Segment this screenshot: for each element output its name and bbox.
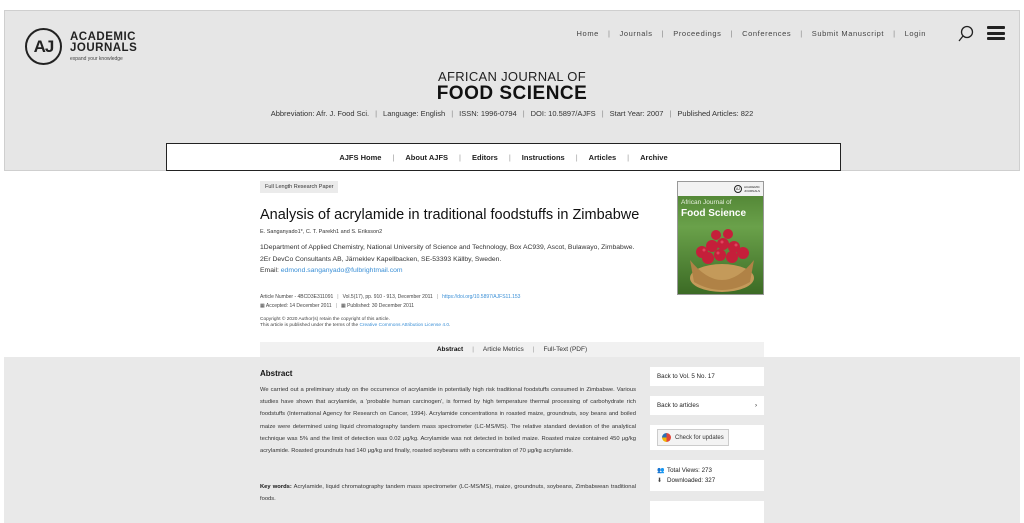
nav-separator: |	[607, 29, 611, 38]
nav-journals[interactable]: Journals	[620, 29, 653, 38]
keywords-label: Key words:	[260, 484, 292, 490]
tab-abstract[interactable]: Abstract	[437, 346, 463, 353]
back-to-volume-label: Back to Vol. 5 No. 17	[657, 373, 715, 380]
abstract-text: We carried out a preliminary study on th…	[260, 387, 636, 455]
subnav-articles[interactable]: Articles	[589, 153, 617, 162]
nav-separator: |	[893, 29, 896, 38]
logo-line2: JOURNALS	[70, 42, 138, 54]
nav-separator: |	[661, 29, 665, 38]
back-to-articles-link[interactable]: Back to articles ›	[650, 396, 764, 415]
journal-cover-image: AJ ACADEMIC JOURNALS African Journal of F…	[677, 181, 764, 295]
nav-login[interactable]: Login	[905, 29, 926, 38]
nav-separator: |	[800, 29, 803, 38]
subnav-archive[interactable]: Archive	[640, 153, 668, 162]
abstract-section: Abstract We carried out a preliminary st…	[260, 369, 636, 457]
article-affiliation: 1Department of Applied Chemistry, Nation…	[260, 244, 635, 263]
subnav-ajfs-home[interactable]: AJFS Home	[339, 153, 381, 162]
back-to-volume-link[interactable]: Back to Vol. 5 No. 17	[650, 367, 764, 386]
crossmark-icon	[662, 433, 671, 442]
email-link[interactable]: edmond.sanganyado@fulbrightmail.com	[281, 267, 403, 274]
search-icon[interactable]	[957, 25, 975, 43]
license-link[interactable]: Creative Commons Attribution License 4.0	[359, 323, 449, 328]
users-icon: 👥	[657, 467, 665, 474]
copyright-line2: This article is published under the term…	[260, 323, 360, 328]
article-email: Email: edmond.sanganyado@fulbrightmail.c…	[260, 267, 403, 274]
downloaded-count: Downloaded: 327	[667, 476, 716, 484]
article-type-badge: Full Length Research Paper	[260, 181, 339, 193]
raspberry-basket-icon	[690, 229, 754, 292]
meta-start-year: Start Year: 2007	[609, 109, 664, 118]
nav-home[interactable]: Home	[577, 29, 599, 38]
article-number: Article Number - 4BCD3E311091	[260, 294, 334, 300]
article-title: Analysis of acrylamide in traditional fo…	[260, 207, 640, 223]
top-nav: Home | Journals | Proceedings | Conferen…	[577, 29, 926, 38]
article-volume: Vol.5(17), pp. 910 - 913, December 2011	[342, 294, 433, 300]
check-for-updates-button[interactable]: Check for updates	[657, 429, 729, 446]
calendar-icon: ▦	[340, 303, 346, 309]
site-logo[interactable]: AJ ACADEMIC JOURNALS expand your knowled…	[25, 28, 137, 65]
article-numbers: Article Number - 4BCD3E311091 | Vol.5(17),…	[260, 294, 521, 309]
abstract-heading: Abstract	[260, 369, 293, 378]
accepted-date: Accepted: 14 December 2011	[265, 303, 332, 309]
nav-submit-manuscript[interactable]: Submit Manuscript	[812, 29, 884, 38]
download-icon: ⬇	[657, 477, 663, 484]
keywords-text: Acrylamide, liquid chromatography tandem…	[260, 484, 637, 502]
subnav-instructions[interactable]: Instructions	[522, 153, 565, 162]
meta-doi: DOI: 10.5897/AJFS	[530, 109, 596, 118]
nav-separator: |	[730, 29, 734, 38]
tab-article-metrics[interactable]: Article Metrics	[483, 346, 524, 353]
nav-conferences[interactable]: Conferences	[742, 29, 791, 38]
email-label: Email:	[260, 267, 281, 274]
check-updates-box: Check for updates	[650, 425, 764, 450]
journal-meta: Abbreviation: Afr. J. Food Sci. | Language…	[270, 109, 754, 118]
calendar-icon: ▦	[260, 303, 265, 309]
journal-title-prefix: AFRICAN JOURNAL OF	[438, 69, 586, 84]
meta-abbreviation: Abbreviation: Afr. J. Food Sci.	[270, 109, 370, 118]
page: AJ ACADEMIC JOURNALS expand your knowled…	[0, 0, 1024, 523]
cover-title-prefix: African Journal of	[681, 199, 732, 206]
logo-text: ACADEMIC JOURNALS expand your knowledge	[70, 31, 138, 62]
journal-title: FOOD SCIENCE	[436, 83, 588, 104]
article-tabs: Abstract | Article Metrics | Full-Text (…	[260, 342, 764, 357]
chevron-right-icon: ›	[754, 402, 757, 409]
logo-mark: AJ	[25, 28, 62, 65]
cover-logo: AJ ACADEMIC JOURNALS	[733, 185, 760, 193]
subnav-editors[interactable]: Editors	[472, 153, 498, 162]
tab-full-text-pdf[interactable]: Full-Text (PDF)	[543, 346, 587, 353]
hamburger-menu-icon[interactable]	[987, 26, 1005, 40]
cover-title: Food Science	[681, 208, 747, 219]
published-date: Published: 30 December 2011	[347, 303, 414, 309]
subnav-about[interactable]: About AJFS	[405, 153, 448, 162]
back-to-articles-label: Back to articles	[657, 402, 699, 409]
total-views: Total Views: 273	[667, 466, 712, 474]
meta-published-articles: Published Articles: 822	[677, 109, 754, 118]
sidebar-box	[650, 501, 764, 523]
article-stats: 👥 Total Views: 273 ⬇ Downloaded: 327	[650, 460, 764, 491]
article-doi-link[interactable]: https://doi.org/10.5897/AJFS11.153	[442, 294, 520, 300]
nav-proceedings[interactable]: Proceedings	[673, 29, 721, 38]
meta-language: Language: English	[383, 109, 446, 118]
article-authors: E. Sanganyado1*, C. T. Parekh1 and S. Er…	[260, 229, 383, 235]
meta-issn: ISSN: 1996-0794	[459, 109, 517, 118]
logo-tagline: expand your knowledge	[70, 55, 123, 62]
journal-subnav: AJFS Home | About AJFS | Editors | Instr…	[166, 143, 841, 171]
check-for-updates-label: Check for updates	[675, 434, 724, 441]
keywords: Key words: Acrylamide, liquid chromatogr…	[260, 481, 636, 505]
article-copyright: Copyright © 2020 Author(s) retain the co…	[260, 317, 451, 328]
